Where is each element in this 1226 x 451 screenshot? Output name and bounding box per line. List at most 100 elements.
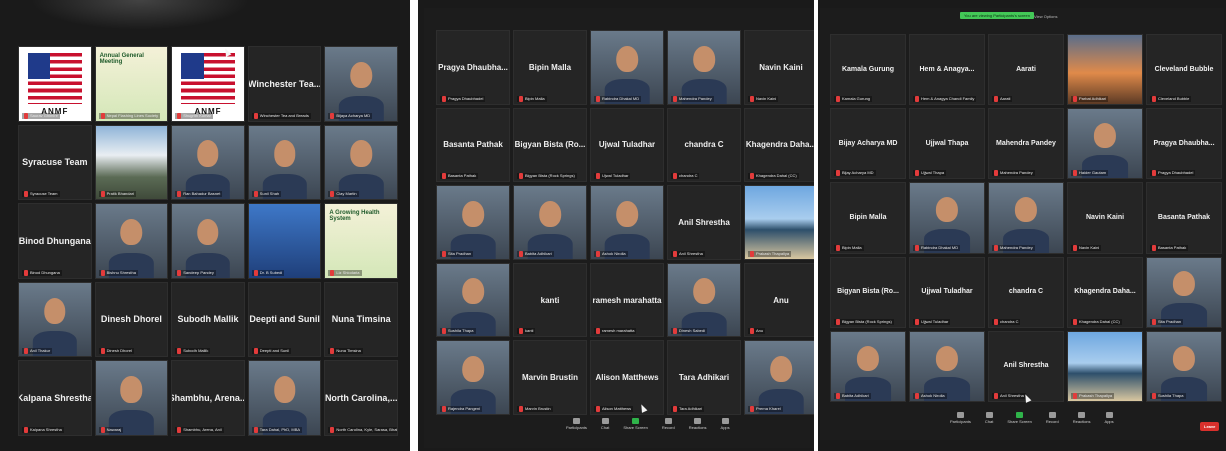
participant-tile[interactable]: A Growing Health System Liz Shiodaria	[324, 203, 398, 279]
participant-tile[interactable]: Ujjwal Tuladhar Ujjwal Tuladhar	[909, 256, 985, 328]
participant-tile[interactable]: Mahendra Pandey Mahendra Pandey	[988, 108, 1064, 180]
reactions-button[interactable]: Reactions	[689, 418, 707, 430]
participant-tile[interactable]: Deepti and Sunil Deepti and Sunil	[247, 281, 322, 358]
record-button[interactable]: Record	[1046, 412, 1059, 424]
participant-tile[interactable]: Haider Gautam	[1067, 108, 1143, 180]
participant-tile[interactable]: Marvin Brustin Marvin Brustin	[513, 340, 587, 415]
participant-tile[interactable]: Khagendra Daha... Khagendra Dahal (CC)	[1067, 256, 1143, 328]
participant-tile[interactable]: Prakash Thapaliya	[744, 185, 814, 260]
participant-tile[interactable]: ramesh marahatta ramesh marahatta	[590, 262, 664, 338]
muted-mic-icon	[750, 95, 754, 102]
participant-tile[interactable]: Tara Dahal, PhD, MBA	[247, 360, 322, 436]
participant-tile[interactable]: Annual General Meeting Nepal Flashing Lin…	[94, 46, 169, 122]
participant-tile[interactable]: Babita Adhikari	[513, 185, 587, 260]
participant-tile[interactable]: Rabindra Dhakal MD	[590, 30, 664, 105]
participant-tile[interactable]: chandra C chandra C	[988, 256, 1064, 328]
participant-tile[interactable]: Basanta Pathak Basanta Pathak	[436, 107, 510, 183]
participant-tile[interactable]: Khagendra Daha... Khagendra Dahal (CC)	[744, 107, 814, 183]
participant-tile[interactable]: Pragya Dhaubha... Pragya Dhaubhadel	[436, 30, 510, 105]
participant-tile[interactable]: Tara Adhikari Tara Adhikari	[667, 340, 741, 415]
record-button[interactable]: Record	[662, 418, 675, 430]
participant-tile[interactable]: Dr. B Subedi	[247, 203, 322, 279]
participant-tile[interactable]: Bijay Acharya MD Bijay Acharya MD	[830, 108, 906, 180]
participant-tile[interactable]: Babita Adhikari	[830, 330, 906, 402]
participant-tile[interactable]: kanti kanti	[513, 262, 587, 338]
participant-tile[interactable]: Ashok Nirolla	[590, 185, 664, 260]
participant-tile[interactable]: Binod Dhungana Binod Dhungana	[18, 203, 92, 279]
participant-tile[interactable]: Aarati Aarati	[988, 34, 1064, 106]
participant-tile[interactable]: Hem & Anagya... Hem & Anagya Chandi Famil…	[909, 34, 985, 106]
participant-tile[interactable]: Dinesh Sabedi	[667, 262, 741, 338]
participant-label: Anil Thakur	[30, 348, 51, 354]
participant-tile[interactable]: Bipin Malla Bipin Malla	[513, 30, 587, 105]
participant-tile[interactable]: Sandeep Pandey	[171, 203, 245, 279]
participant-tile[interactable]: Sunil Shah	[247, 124, 322, 201]
participant-tile[interactable]: Anil Shrestha Anil Shrestha	[988, 330, 1064, 402]
participant-tile[interactable]: Prerna Kharel	[744, 340, 814, 415]
participant-tile[interactable]: Bipin Malla Bipin Malla	[830, 182, 906, 254]
participant-tile[interactable]: Syracuse Team Syracuse Team	[18, 124, 92, 201]
participant-tile[interactable]: Sushila Thapa	[1146, 330, 1222, 402]
participant-tile[interactable]: Rajendra Pangeni	[436, 340, 510, 415]
participant-tile[interactable]: Sushila Thapa	[436, 262, 510, 338]
participant-tile[interactable]: Dinesh Dhorel Dinesh Dhorel	[94, 281, 169, 358]
participant-tile[interactable]: Navin Kaini Navin Kaini	[1067, 182, 1143, 254]
participant-tile[interactable]: Nuna Timsina Nuna Timsina	[324, 281, 398, 358]
participant-tile[interactable]: North Carolina,... North Carolina, Kyle, …	[324, 360, 398, 436]
participant-tile[interactable]: Clay Martin	[324, 124, 398, 201]
apps-button[interactable]: Apps	[721, 418, 730, 430]
beach-video	[745, 186, 814, 259]
participant-tile[interactable]: Bijaya Acharya MD	[324, 46, 398, 122]
participant-name-tag: Ashok Nirolla	[594, 250, 628, 257]
participant-tile[interactable]: Basanta Pathak Basanta Pathak	[1146, 182, 1222, 254]
participants-button[interactable]: Participants	[950, 412, 971, 424]
participant-tile[interactable]: Navin Kaini Navin Kaini	[744, 30, 814, 105]
participant-tile[interactable]: Anil Thakur	[18, 281, 92, 358]
person-video	[591, 186, 663, 259]
participant-tile[interactable]: Bishnu Shrestha	[94, 203, 169, 279]
participant-tile[interactable]: Anil Shrestha Anil Shrestha	[667, 185, 741, 260]
participant-tile[interactable]: Ujjwal Thapa Ujjwal Thapa	[909, 108, 985, 180]
apps-button[interactable]: Apps	[1105, 412, 1114, 424]
participant-tile[interactable]: Rabindra Dhakal MD	[909, 182, 985, 254]
participant-tile[interactable]: Mahendra Pandey	[667, 30, 741, 105]
participant-tile[interactable]: Winchester Tea... Winchester Tea and Brea…	[247, 46, 322, 122]
participant-tile[interactable]: Parbat Adhikari	[1067, 34, 1143, 106]
participant-tile[interactable]: Pratik Bhandari	[94, 124, 169, 201]
participant-tile[interactable]: Sita Pradhan	[1146, 256, 1222, 328]
screen-share-status-bar[interactable]: You are viewing Participants's screen	[960, 12, 1034, 19]
participant-tile[interactable]: Nawaraj	[94, 360, 169, 436]
participant-tile[interactable]: ANMF Saurav Ghimire	[18, 46, 92, 122]
participant-name: Syracuse Team	[22, 157, 88, 168]
participant-tile[interactable]: Alison Matthews Alison Matthews	[590, 340, 664, 415]
participants-button[interactable]: Participants	[566, 418, 587, 430]
participant-name: Anil Shrestha	[678, 217, 730, 227]
chat-button[interactable]: Chat	[985, 412, 993, 424]
reactions-button[interactable]: Reactions	[1073, 412, 1091, 424]
participant-tile[interactable]: Kalpana Shrestha Kalpana Shrestha	[18, 360, 92, 436]
participant-tile[interactable]: Shambhu, Arena... Shambhu, Arena, Anil	[171, 360, 245, 436]
participant-tile[interactable]: Sita Pradhan	[436, 185, 510, 260]
participant-tile[interactable]: Mahendra Pandey	[988, 182, 1064, 254]
chat-button[interactable]: Chat	[601, 418, 609, 430]
participant-tile[interactable]: Prakash Thapaliya	[1067, 330, 1143, 402]
participant-tile[interactable]: Bigyan Bista (Ro... Bigyan Bista (Rock Sp…	[513, 107, 587, 183]
participant-tile[interactable]: chandra C chandra C	[667, 107, 741, 183]
share-screen-button[interactable]: Share Screen	[623, 418, 648, 430]
participant-tile[interactable]: Ran Bahadur Basnet	[171, 124, 245, 201]
view-options-label[interactable]: View Options	[1034, 14, 1058, 19]
participant-tile[interactable]: Ashok Nirolla	[909, 330, 985, 402]
participant-tile[interactable]: Cleveland Bubble Cleveland Bubble	[1146, 34, 1222, 106]
muted-mic-icon	[1152, 170, 1156, 177]
muted-mic-icon	[1152, 318, 1156, 325]
participant-tile[interactable]: Pragya Dhaubha... Pragya Dhaubhadel	[1146, 108, 1222, 180]
leave-button[interactable]: Leave	[1200, 422, 1220, 431]
participant-tile[interactable]: Subodh Mallik Subodh Mallik	[171, 281, 245, 358]
participant-tile[interactable]: ANMF Shugrith Kumar	[171, 46, 245, 122]
muted-mic-icon	[596, 328, 600, 335]
share-screen-button[interactable]: Share Screen	[1007, 412, 1032, 424]
participant-tile[interactable]: Kamala Gurung Kamala Gurung	[830, 34, 906, 106]
participant-tile[interactable]: Bigyan Bista (Ro... Bigyan Bista (Rock Sp…	[830, 256, 906, 328]
participant-tile[interactable]: Anu Anu	[744, 262, 814, 338]
participant-tile[interactable]: Ujwal Tuladhar Ujwal Tuladhar	[590, 107, 664, 183]
